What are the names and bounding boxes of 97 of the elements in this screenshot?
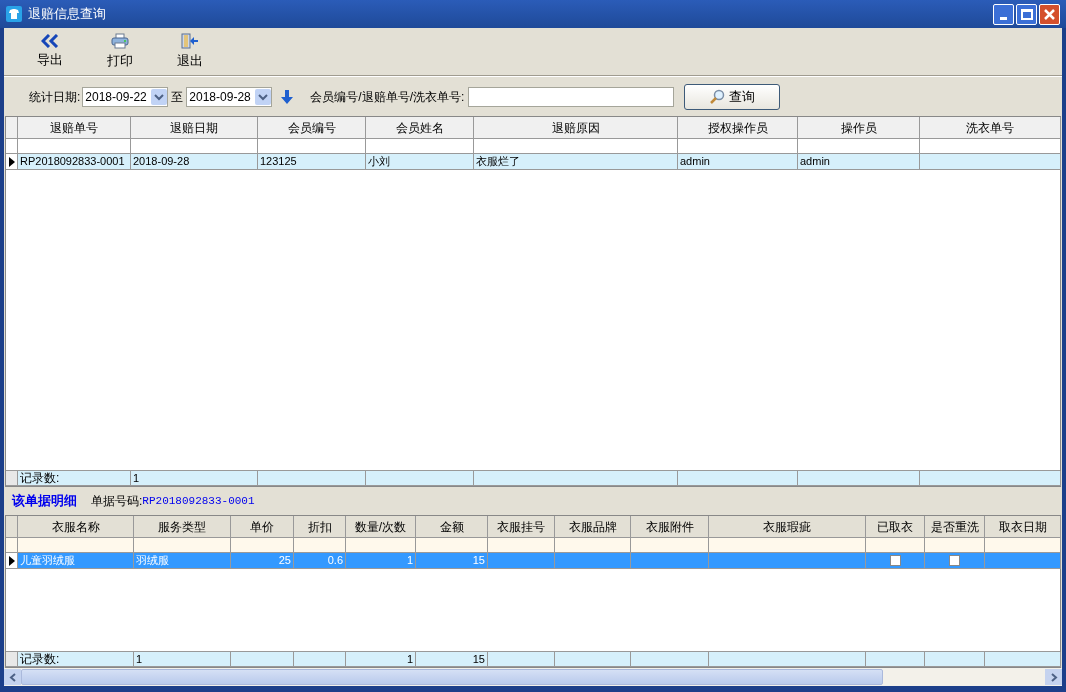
footer-cell: 15 bbox=[416, 652, 488, 667]
print-button[interactable]: 打印 bbox=[92, 31, 148, 72]
table-cell: admin bbox=[798, 154, 920, 170]
filter-cell[interactable] bbox=[985, 538, 1061, 553]
footer-cell: 1 bbox=[134, 652, 231, 667]
table-cell: 25 bbox=[231, 553, 294, 569]
horizontal-scrollbar[interactable] bbox=[4, 668, 1062, 686]
date-from-picker[interactable]: 2018-09-22 bbox=[82, 86, 169, 107]
table-cell: 0.6 bbox=[294, 553, 346, 569]
filter-cell[interactable] bbox=[131, 139, 258, 154]
column-header[interactable]: 衣服附件 bbox=[631, 516, 709, 538]
table-cell: 小刘 bbox=[366, 154, 474, 170]
row-header[interactable] bbox=[6, 553, 18, 569]
filter-cell[interactable] bbox=[18, 139, 131, 154]
column-header[interactable]: 退赔原因 bbox=[474, 117, 678, 139]
maximize-button[interactable] bbox=[1016, 3, 1037, 25]
printer-icon bbox=[111, 32, 129, 49]
filter-cell[interactable] bbox=[366, 139, 474, 154]
exit-door-icon bbox=[181, 32, 199, 49]
filter-cell[interactable] bbox=[866, 538, 925, 553]
filter-cell[interactable] bbox=[709, 538, 866, 553]
scroll-right-button[interactable] bbox=[1045, 669, 1062, 685]
double-chevron-left-icon bbox=[41, 33, 59, 48]
footer-cell: 1 bbox=[131, 471, 258, 486]
filter-cell[interactable] bbox=[631, 538, 709, 553]
column-header[interactable]: 是否重洗 bbox=[925, 516, 985, 538]
column-header[interactable]: 洗衣单号 bbox=[920, 117, 1061, 139]
column-header[interactable]: 单价 bbox=[231, 516, 294, 538]
column-header[interactable]: 金额 bbox=[416, 516, 488, 538]
column-header[interactable]: 会员编号 bbox=[258, 117, 366, 139]
window-title: 退赔信息查询 bbox=[28, 5, 106, 24]
filter-cell[interactable] bbox=[555, 538, 631, 553]
table-cell: 儿童羽绒服 bbox=[18, 553, 134, 569]
filter-cell[interactable] bbox=[678, 139, 798, 154]
minimize-button[interactable] bbox=[993, 3, 1014, 25]
column-header[interactable]: 授权操作员 bbox=[678, 117, 798, 139]
column-header[interactable]: 服务类型 bbox=[134, 516, 231, 538]
down-arrow-icon[interactable] bbox=[281, 89, 294, 104]
column-header[interactable]: 取衣日期 bbox=[985, 516, 1061, 538]
exit-button[interactable]: 退出 bbox=[162, 31, 218, 72]
table-row[interactable]: RP2018092833-0001 2018-09-28 123125 小刘 衣服烂了 admin admin bbox=[6, 154, 1060, 170]
column-header[interactable]: 衣服名称 bbox=[18, 516, 134, 538]
filter-cell[interactable] bbox=[346, 538, 416, 553]
filter-cell[interactable] bbox=[798, 139, 920, 154]
column-header[interactable]: 折扣 bbox=[294, 516, 346, 538]
query-button[interactable]: 查询 bbox=[684, 83, 781, 110]
to-label: 至 bbox=[171, 88, 184, 106]
filter-cell[interactable] bbox=[488, 538, 555, 553]
column-header[interactable]: 操作员 bbox=[798, 117, 920, 139]
search-label: 会员编号/退赔单号/洗衣单号: bbox=[310, 88, 465, 106]
scroll-thumb[interactable] bbox=[21, 669, 883, 685]
export-button[interactable]: 导出 bbox=[22, 31, 78, 72]
table-cell: 123125 bbox=[258, 154, 366, 170]
record-count-label: 记录数: bbox=[18, 652, 134, 667]
table-cell: 15 bbox=[416, 553, 488, 569]
column-header[interactable]: 退赔日期 bbox=[131, 117, 258, 139]
row-header[interactable] bbox=[6, 154, 18, 170]
filter-cell[interactable] bbox=[231, 538, 294, 553]
filter-cell[interactable] bbox=[294, 538, 346, 553]
search-field[interactable] bbox=[468, 86, 675, 107]
filter-cell[interactable] bbox=[416, 538, 488, 553]
table-cell: admin bbox=[678, 154, 798, 170]
column-header[interactable]: 衣服挂号 bbox=[488, 516, 555, 538]
row-pointer-icon bbox=[8, 555, 15, 566]
filter-cell[interactable] bbox=[18, 538, 134, 553]
table-cell bbox=[488, 553, 555, 569]
date-label: 统计日期: bbox=[29, 88, 81, 106]
row-pointer-icon bbox=[8, 156, 15, 167]
filter-cell[interactable] bbox=[474, 139, 678, 154]
checkbox[interactable] bbox=[949, 555, 960, 566]
checkbox[interactable] bbox=[889, 555, 901, 566]
filter-cell[interactable] bbox=[925, 538, 985, 553]
table-cell: 1 bbox=[346, 553, 416, 569]
column-header[interactable]: 衣服品牌 bbox=[555, 516, 631, 538]
filter-cell[interactable] bbox=[920, 139, 1061, 154]
filter-cell[interactable] bbox=[134, 538, 231, 553]
table-cell: 2018-09-28 bbox=[131, 154, 258, 170]
column-header[interactable]: 会员姓名 bbox=[366, 117, 474, 139]
footer-cell: 1 bbox=[346, 652, 416, 667]
table-cell: 衣服烂了 bbox=[474, 154, 678, 170]
filter-cell[interactable] bbox=[258, 139, 366, 154]
close-icon bbox=[1043, 7, 1056, 21]
close-button[interactable] bbox=[1039, 3, 1060, 25]
column-header[interactable]: 已取衣 bbox=[866, 516, 925, 538]
scroll-left-button[interactable] bbox=[4, 669, 21, 685]
date-to-picker[interactable]: 2018-09-28 bbox=[186, 86, 273, 107]
table-cell: 羽绒服 bbox=[134, 553, 231, 569]
column-header[interactable]: 退赔单号 bbox=[18, 117, 131, 139]
record-count-label: 记录数: bbox=[18, 471, 131, 486]
table-cell: RP2018092833-0001 bbox=[18, 154, 131, 170]
detail-title: 该单据明细 bbox=[12, 492, 77, 511]
document-number-label: 单据号码: bbox=[91, 493, 143, 510]
column-header[interactable]: 衣服瑕疵 bbox=[709, 516, 866, 538]
search-icon bbox=[709, 88, 726, 105]
shirt-icon bbox=[6, 6, 22, 22]
column-header[interactable]: 数量/次数 bbox=[346, 516, 416, 538]
document-number: RP2018092833-0001 bbox=[142, 493, 255, 509]
